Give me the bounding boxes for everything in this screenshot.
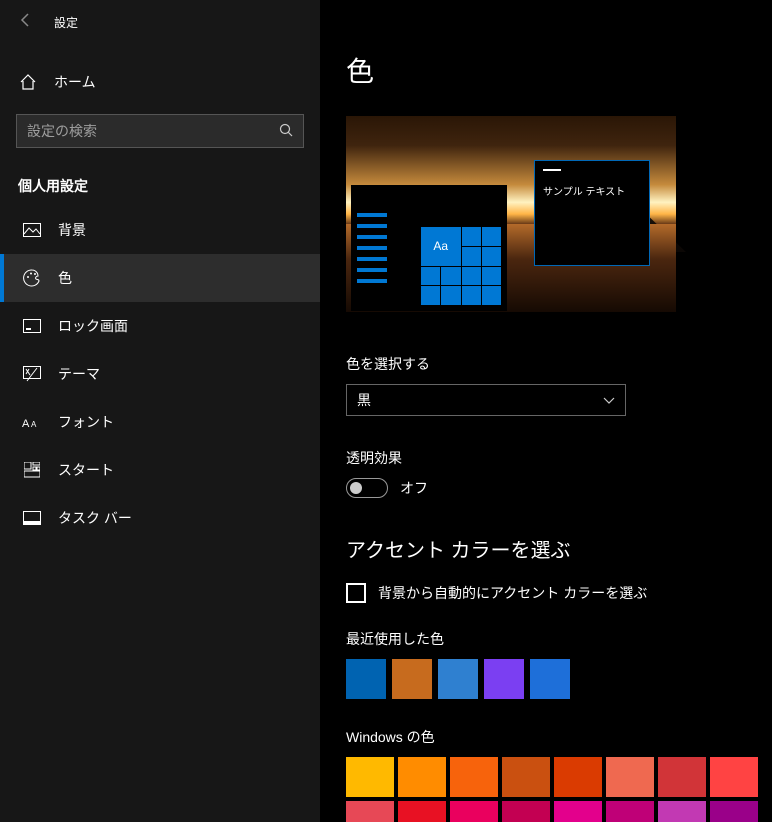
sidebar-item-colors[interactable]: 色 — [0, 254, 320, 302]
nav-label: スタート — [58, 460, 114, 480]
color-swatch[interactable] — [658, 801, 706, 822]
preview-window: サンプル テキスト — [534, 160, 650, 266]
nav-label: 色 — [58, 268, 72, 288]
back-icon[interactable] — [18, 12, 34, 33]
preview-tile-aa: Aa — [421, 227, 461, 266]
color-swatch[interactable] — [398, 757, 446, 797]
chevron-down-icon — [603, 392, 615, 408]
lockscreen-icon — [22, 316, 42, 336]
search-input[interactable] — [27, 123, 279, 139]
toggle-state: オフ — [400, 478, 428, 498]
choose-color-select[interactable]: 黒 — [346, 384, 626, 416]
color-swatch[interactable] — [658, 757, 706, 797]
color-swatch[interactable] — [346, 659, 386, 699]
color-swatch[interactable] — [392, 659, 432, 699]
svg-text:A: A — [22, 418, 30, 430]
sidebar-item-start[interactable]: スタート — [0, 446, 320, 494]
preview-sample-text: サンプル テキスト — [543, 183, 641, 198]
color-swatch[interactable] — [530, 659, 570, 699]
color-swatch[interactable] — [484, 659, 524, 699]
page-title: 色 — [346, 50, 746, 90]
nav-label: タスク バー — [58, 508, 132, 528]
theme-icon — [22, 364, 42, 384]
preview-app-list — [357, 213, 387, 290]
main-content: 色 Aa サンプル テキスト 色を選択する 黒 透明効果 オフ — [320, 0, 772, 822]
home-label: ホーム — [54, 72, 96, 92]
windows-colors — [346, 757, 746, 822]
title-bar: 設定 — [0, 2, 320, 42]
accent-heading: アクセント カラーを選ぶ — [346, 534, 746, 563]
sidebar: 設定 ホーム 個人用設定 背景 色 ロック画面 — [0, 0, 320, 822]
toggle-knob — [350, 482, 362, 494]
sidebar-item-lockscreen[interactable]: ロック画面 — [0, 302, 320, 350]
font-icon: AA — [22, 412, 42, 432]
choose-color-label: 色を選択する — [346, 354, 746, 374]
sidebar-section-header: 個人用設定 — [0, 156, 320, 206]
palette-icon — [22, 268, 42, 288]
windows-colors-label: Windows の色 — [346, 727, 746, 747]
search-input-box[interactable] — [16, 114, 304, 148]
color-swatch[interactable] — [554, 801, 602, 822]
taskbar-icon — [22, 508, 42, 528]
color-swatch[interactable] — [450, 801, 498, 822]
preview-window-bar — [543, 169, 561, 171]
app-title: 設定 — [54, 14, 78, 31]
nav-label: ロック画面 — [58, 316, 128, 336]
color-swatch[interactable] — [554, 757, 602, 797]
transparency-toggle[interactable] — [346, 478, 388, 498]
color-swatch[interactable] — [346, 801, 394, 822]
svg-text:A: A — [31, 420, 37, 429]
sidebar-item-taskbar[interactable]: タスク バー — [0, 494, 320, 542]
picture-icon — [22, 220, 42, 240]
auto-accent-checkbox[interactable] — [346, 583, 366, 603]
preview-tiles: Aa — [421, 227, 501, 305]
nav-label: テーマ — [58, 364, 100, 384]
color-swatch[interactable] — [606, 801, 654, 822]
transparency-row: オフ — [346, 478, 746, 498]
sidebar-item-fonts[interactable]: AA フォント — [0, 398, 320, 446]
color-swatch[interactable] — [346, 757, 394, 797]
color-swatch[interactable] — [710, 801, 758, 822]
color-preview: Aa サンプル テキスト — [346, 116, 676, 312]
nav-label: フォント — [58, 412, 114, 432]
sidebar-item-home[interactable]: ホーム — [0, 58, 320, 106]
sidebar-item-background[interactable]: 背景 — [0, 206, 320, 254]
search-wrap — [0, 106, 320, 156]
color-swatch[interactable] — [450, 757, 498, 797]
preview-start-menu: Aa — [351, 185, 507, 311]
color-swatch[interactable] — [502, 757, 550, 797]
nav-label: 背景 — [58, 220, 86, 240]
sidebar-item-themes[interactable]: テーマ — [0, 350, 320, 398]
color-swatch[interactable] — [606, 757, 654, 797]
search-icon — [279, 123, 293, 140]
start-icon — [22, 460, 42, 480]
color-swatch[interactable] — [710, 757, 758, 797]
auto-accent-row[interactable]: 背景から自動的にアクセント カラーを選ぶ — [346, 583, 746, 603]
select-value: 黒 — [357, 390, 371, 410]
home-icon — [18, 72, 38, 92]
color-swatch[interactable] — [398, 801, 446, 822]
color-swatch[interactable] — [502, 801, 550, 822]
recent-colors — [346, 659, 746, 699]
recent-colors-label: 最近使用した色 — [346, 629, 746, 649]
color-swatch[interactable] — [438, 659, 478, 699]
auto-accent-label: 背景から自動的にアクセント カラーを選ぶ — [378, 583, 647, 603]
transparency-label: 透明効果 — [346, 448, 746, 468]
